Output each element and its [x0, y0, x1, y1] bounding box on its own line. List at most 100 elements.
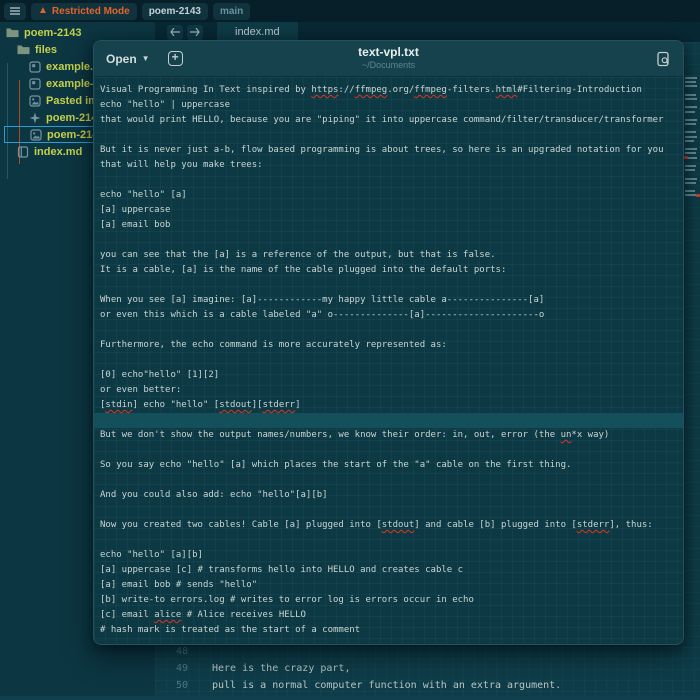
editor-line: 50 pull is a normal computer function wit…	[155, 677, 700, 694]
document-preview-icon[interactable]	[656, 51, 671, 67]
document-line: When you see [a] imagine: [a]-----------…	[100, 295, 545, 305]
menu-button[interactable]	[4, 2, 26, 20]
document-line: that will help you make trees:	[100, 160, 263, 170]
document-line: echo "hello" [a]	[100, 190, 187, 200]
document-line: [0] echo"hello" [1][2]	[100, 370, 220, 380]
document-line: # hash mark is treated as the start of a…	[100, 625, 361, 635]
document-line: you can see that the [a] is a reference …	[100, 250, 496, 260]
modal-header: Open ▼ + text-vpl.txt ~/Documents	[94, 41, 683, 77]
minimap-line-mark	[685, 85, 697, 88]
minimap-line-mark	[685, 152, 696, 155]
image-file-icon	[29, 94, 41, 107]
minimap-line-mark	[685, 97, 697, 100]
minimap-line-mark	[685, 81, 696, 84]
document-line: So you say echo "hello" [a] which places…	[100, 460, 572, 470]
file-preview-modal: Open ▼ + text-vpl.txt ~/Documents Visual…	[93, 40, 684, 645]
document-line: And you could also add: echo "hello"[a][…	[100, 490, 328, 500]
document-content[interactable]: Visual Programming In Text inspired by h…	[94, 77, 683, 644]
restricted-mode-badge[interactable]: ▲ Restricted Mode	[31, 2, 137, 20]
minimap-line-mark	[685, 135, 697, 138]
minimap-error-mark	[684, 156, 688, 160]
tree-item-poem-2143[interactable]: poem-2143	[4, 24, 155, 41]
document-line: [a] uppercase	[100, 205, 171, 215]
spellcheck-underline: ffmpeg	[414, 85, 447, 95]
minimap-line-mark	[685, 123, 696, 126]
folder-icon	[17, 44, 30, 55]
document-line: [a] email bob	[100, 220, 171, 230]
line-number: 48	[175, 646, 188, 657]
editor-line: 49 Here is the crazy part,	[155, 660, 700, 677]
document-line: [b] write-to errors.log # writes to erro…	[100, 595, 474, 605]
document-line: echo "hello" [a][b]	[100, 550, 203, 560]
document-line: [stdin] echo "hello" [stdout][stderr]	[100, 400, 301, 410]
minimap-row	[684, 193, 700, 197]
editor-tab-bar: index.md	[155, 22, 700, 42]
spellcheck-underline: html	[495, 85, 518, 95]
document-line: But we don't show the output names/numbe…	[100, 430, 610, 440]
minimap-line-mark	[685, 131, 696, 134]
spellcheck-underline: stdout	[381, 520, 415, 530]
workspace-badge[interactable]: poem-2143	[141, 2, 208, 20]
document-line: Visual Programming In Text inspired by h…	[100, 85, 642, 95]
minimap-line-mark	[685, 77, 697, 79]
document-line: Now you created two cables! Cable [a] pl…	[100, 520, 653, 530]
spellcheck-underline: https	[311, 85, 339, 95]
cursor-line	[94, 413, 683, 428]
minimap-error-mark	[696, 193, 700, 197]
minimap-line-mark	[685, 164, 696, 167]
tab-index-md[interactable]: index.md	[217, 22, 298, 42]
minimap-line-mark	[685, 148, 697, 151]
tree-item-label: poem-2143	[24, 26, 82, 39]
line-number: 50	[175, 680, 188, 691]
spellcheck-underline: stdout	[219, 400, 252, 410]
navigate-back-button[interactable]	[167, 24, 183, 40]
minimap-line-mark	[685, 93, 696, 96]
spellcheck-underline: stdin	[105, 400, 133, 410]
document-line: But it is never just a-b, flow based pro…	[100, 145, 664, 155]
spellcheck-underline: alice	[154, 610, 182, 620]
document-line: [a] uppercase [c] # transforms hello int…	[100, 565, 464, 575]
chevron-down-icon: ▼	[141, 54, 150, 63]
document-line: or even this which is a cable labeled "a…	[100, 310, 545, 320]
hamburger-icon	[10, 7, 20, 15]
arrow-left-icon	[170, 28, 180, 36]
warning-triangle-icon: ▲	[38, 5, 48, 16]
document-line: echo "hello" | uppercase	[100, 100, 231, 110]
sparkle-file-icon	[29, 112, 41, 124]
line-text: Here is the crazy part,	[212, 663, 351, 674]
navigate-forward-button[interactable]	[187, 24, 203, 40]
branch-badge[interactable]: main	[212, 2, 251, 20]
minimap-line-mark	[685, 181, 696, 184]
file-code-icon	[29, 77, 41, 90]
minimap-line-mark	[685, 169, 695, 172]
minimap-line-mark	[685, 190, 695, 193]
line-text: pull is a normal computer function with …	[212, 680, 562, 691]
status-bar-edge	[0, 696, 700, 700]
editor-visible-lines: 48 49 Here is the crazy part, 50 pull is a n…	[155, 643, 700, 694]
app-window: ▲ Restricted Mode poem-2143 main poem-21…	[0, 0, 700, 700]
boxed-plus-icon[interactable]: +	[167, 51, 183, 66]
tree-item-label: index.md	[34, 145, 83, 158]
folder-icon	[6, 27, 19, 38]
spellcheck-underline: stderr	[262, 400, 296, 410]
minimap-line-mark	[685, 177, 697, 180]
minimap[interactable]	[684, 76, 700, 197]
minimap-line-mark	[685, 110, 695, 113]
minimap-line-mark	[685, 139, 694, 142]
document-line: or even better:	[100, 385, 182, 395]
document-line: [a] email bob # sends "hello"	[100, 580, 258, 590]
title-bar: ▲ Restricted Mode poem-2143 main	[0, 0, 700, 22]
line-number: 49	[175, 663, 188, 674]
arrow-right-icon	[190, 28, 200, 36]
image-file-icon	[30, 128, 42, 141]
open-dropdown-button[interactable]: Open ▼	[106, 52, 150, 66]
